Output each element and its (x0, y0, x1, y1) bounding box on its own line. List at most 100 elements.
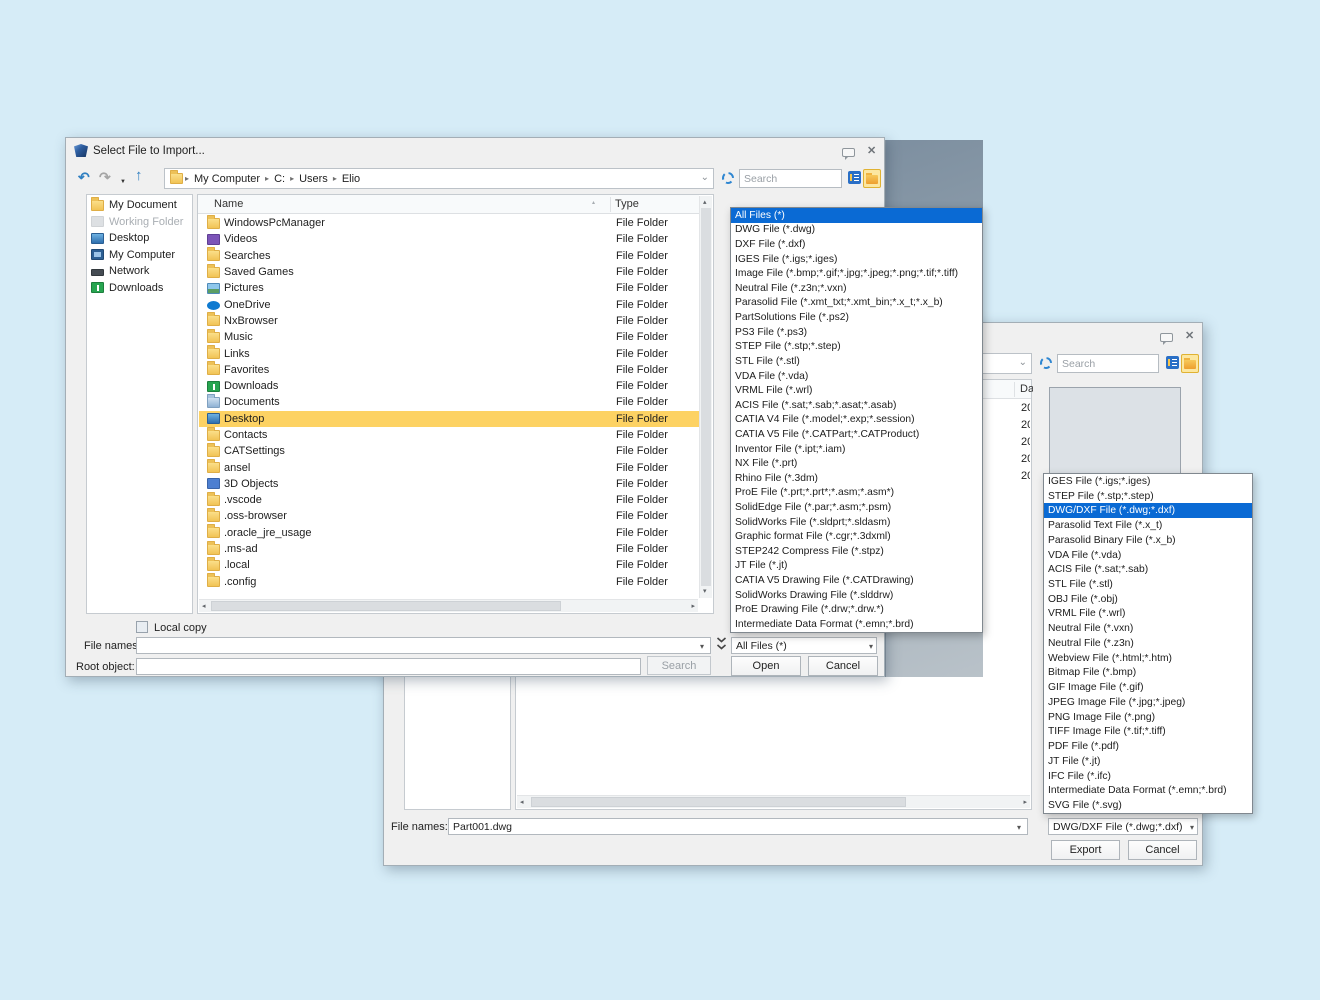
file-row-music[interactable]: MusicFile Folder (199, 329, 699, 345)
filetype-option-jpeg-image-file-jpg-jpeg[interactable]: JPEG Image File (*.jpg;*.jpeg) (1044, 695, 1252, 710)
file-names-dropdown-icon[interactable]: ▾ (700, 642, 704, 651)
file-row-ms-ad[interactable]: .ms-adFile Folder (199, 541, 699, 557)
filetype-option-dxf-file-dxf[interactable]: DXF File (*.dxf) (731, 237, 982, 252)
breadcrumb-item-c[interactable]: C: (271, 173, 288, 185)
filetype-option-iges-file-igs-iges[interactable]: IGES File (*.igs;*.iges) (731, 252, 982, 267)
view-details-icon[interactable] (1166, 356, 1179, 369)
filetype-option-rhino-file-3dm[interactable]: Rhino File (*.3dm) (731, 471, 982, 486)
scrollbar-thumb[interactable] (211, 601, 561, 611)
file-row-vscode[interactable]: .vscodeFile Folder (199, 492, 699, 508)
file-row-oracle-jre-usage[interactable]: .oracle_jre_usageFile Folder (199, 525, 699, 541)
scroll-up-icon[interactable]: ▴ (703, 199, 707, 206)
close-icon[interactable]: ✕ (867, 146, 876, 157)
open-button[interactable]: Open (731, 656, 801, 676)
filetype-option-vda-file-vda[interactable]: VDA File (*.vda) (1044, 548, 1252, 563)
import-cancel-button[interactable]: Cancel (808, 656, 878, 676)
expand-options-icon[interactable] (716, 636, 727, 656)
folder-options-icon[interactable] (1181, 354, 1199, 373)
filetype-option-proe-file-prt-prt-asm-asm[interactable]: ProE File (*.prt;*.prt*;*.asm;*.asm*) (731, 486, 982, 501)
filetype-option-webview-file-html-htm[interactable]: Webview File (*.html;*.htm) (1044, 651, 1252, 666)
file-row-oss-browser[interactable]: .oss-browserFile Folder (199, 508, 699, 524)
file-row-searches[interactable]: SearchesFile Folder (199, 248, 699, 264)
filetype-option-jt-file-jt[interactable]: JT File (*.jt) (1044, 754, 1252, 769)
filetype-option-all-files[interactable]: All Files (*) (731, 208, 982, 223)
refresh-icon[interactable] (1038, 355, 1053, 370)
comment-icon[interactable] (842, 148, 855, 157)
sidebar-item-network[interactable]: Network (87, 263, 192, 280)
filetype-option-step242-compress-file-stpz[interactable]: STEP242 Compress File (*.stpz) (731, 544, 982, 559)
export-filetype-combo[interactable]: DWG/DXF File (*.dwg;*.dxf) ▾ (1048, 818, 1198, 835)
breadcrumb-item-my-computer[interactable]: My Computer (191, 173, 263, 185)
file-names-dropdown-icon[interactable]: ▾ (1017, 823, 1021, 832)
filetype-option-catia-v4-file-model-exp-session[interactable]: CATIA V4 File (*.model;*.exp;*.session) (731, 413, 982, 428)
filetype-option-solidworks-file-sldprt-sldasm[interactable]: SolidWorks File (*.sldprt;*.sldasm) (731, 515, 982, 530)
filetype-option-catia-v5-file-catpart-catproduct[interactable]: CATIA V5 File (*.CATPart;*.CATProduct) (731, 427, 982, 442)
scroll-down-icon[interactable]: ▾ (703, 588, 707, 595)
horizontal-scrollbar[interactable]: ◂ ▸ (517, 795, 1030, 808)
file-row-saved-games[interactable]: Saved GamesFile Folder (199, 264, 699, 280)
horizontal-scrollbar[interactable]: ◂ ▸ (199, 599, 698, 612)
file-row-videos[interactable]: VideosFile Folder (199, 231, 699, 247)
sidebar-item-desktop[interactable]: Desktop (87, 230, 192, 247)
breadcrumb-item-users[interactable]: Users (296, 173, 331, 185)
export-cancel-button[interactable]: Cancel (1128, 840, 1197, 860)
filetype-option-ps3-file-ps3[interactable]: PS3 File (*.ps3) (731, 325, 982, 340)
filetype-option-vrml-file-wrl[interactable]: VRML File (*.wrl) (731, 383, 982, 398)
sidebar-item-my-document[interactable]: My Document (87, 197, 192, 214)
back-icon[interactable]: ↶ (78, 170, 90, 184)
filetype-option-intermediate-data-format-emn-brd[interactable]: Intermediate Data Format (*.emn;*.brd) (1044, 783, 1252, 798)
filetype-option-acis-file-sat-sab-asat-asab[interactable]: ACIS File (*.sat;*.sab;*.asat;*.asab) (731, 398, 982, 413)
local-copy-checkbox[interactable] (136, 621, 148, 633)
file-row-documents[interactable]: DocumentsFile Folder (199, 394, 699, 410)
file-row-onedrive[interactable]: OneDriveFile Folder (199, 296, 699, 312)
filetype-option-neutral-file-z3n-vxn[interactable]: Neutral File (*.z3n;*.vxn) (731, 281, 982, 296)
file-row-contacts[interactable]: ContactsFile Folder (199, 427, 699, 443)
scroll-right-icon[interactable]: ▸ (1023, 799, 1027, 806)
root-search-button[interactable]: Search (647, 656, 711, 675)
file-row-links[interactable]: LinksFile Folder (199, 345, 699, 361)
scroll-left-icon[interactable]: ◂ (202, 603, 206, 610)
filetype-option-vrml-file-wrl[interactable]: VRML File (*.wrl) (1044, 607, 1252, 622)
comment-icon[interactable] (1160, 333, 1173, 342)
import-file-names-input[interactable] (136, 637, 711, 654)
filetype-option-dwg-dxf-file-dwg-dxf[interactable]: DWG/DXF File (*.dwg;*.dxf) (1044, 503, 1252, 518)
export-button[interactable]: Export (1051, 840, 1120, 860)
filetype-option-gif-image-file-gif[interactable]: GIF Image File (*.gif) (1044, 680, 1252, 695)
column-header-name[interactable]: Name (214, 198, 243, 210)
address-dropdown-icon[interactable]: ⌄ (701, 172, 709, 183)
filetype-option-step-file-stp-step[interactable]: STEP File (*.stp;*.step) (731, 339, 982, 354)
sidebar-item-working-folder[interactable]: Working Folder (87, 214, 192, 231)
filetype-option-parasolid-binary-file-x-b[interactable]: Parasolid Binary File (*.x_b) (1044, 533, 1252, 548)
filetype-option-neutral-file-vxn[interactable]: Neutral File (*.vxn) (1044, 621, 1252, 636)
filetype-option-catia-v5-drawing-file-catdrawing[interactable]: CATIA V5 Drawing File (*.CATDrawing) (731, 573, 982, 588)
history-dropdown-icon[interactable]: ▼ (120, 175, 126, 189)
filetype-option-iges-file-igs-iges[interactable]: IGES File (*.igs;*.iges) (1044, 474, 1252, 489)
scrollbar-thumb[interactable] (531, 797, 906, 807)
filetype-option-parasolid-file-xmt-txt-xmt-bin-x-t-x-b[interactable]: Parasolid File (*.xmt_txt;*.xmt_bin;*.x_… (731, 296, 982, 311)
view-details-icon[interactable] (848, 171, 861, 184)
up-folder-icon[interactable]: ↑ (135, 169, 143, 183)
filetype-option-tiff-image-file-tif-tiff[interactable]: TIFF Image File (*.tif;*.tiff) (1044, 724, 1252, 739)
filetype-option-pdf-file-pdf[interactable]: PDF File (*.pdf) (1044, 739, 1252, 754)
filetype-option-neutral-file-z3n[interactable]: Neutral File (*.z3n) (1044, 636, 1252, 651)
file-row-desktop[interactable]: DesktopFile Folder (199, 411, 699, 427)
sidebar-item-downloads[interactable]: Downloads (87, 280, 192, 297)
scrollbar-thumb[interactable] (701, 208, 711, 586)
file-row-catsettings[interactable]: CATSettingsFile Folder (199, 443, 699, 459)
export-file-names-input[interactable] (448, 818, 1028, 835)
file-row-nxbrowser[interactable]: NxBrowserFile Folder (199, 313, 699, 329)
file-row-downloads[interactable]: DownloadsFile Folder (199, 378, 699, 394)
filetype-option-parasolid-text-file-x-t[interactable]: Parasolid Text File (*.x_t) (1044, 518, 1252, 533)
column-header-date[interactable]: Da (1020, 383, 1033, 395)
import-filetype-combo[interactable]: All Files (*) ▾ (731, 637, 877, 654)
file-row-pictures[interactable]: PicturesFile Folder (199, 280, 699, 296)
breadcrumb[interactable]: ▸My Computer▸C:▸Users▸Elio ⌄ (164, 168, 714, 189)
filetype-option-inventor-file-ipt-iam[interactable]: Inventor File (*.ipt;*.iam) (731, 442, 982, 457)
breadcrumb-item-elio[interactable]: Elio (339, 173, 363, 185)
forward-icon[interactable]: ↷ (99, 170, 111, 184)
scroll-left-icon[interactable]: ◂ (520, 799, 524, 806)
file-row-ansel[interactable]: anselFile Folder (199, 459, 699, 475)
filetype-option-nx-file-prt[interactable]: NX File (*.prt) (731, 456, 982, 471)
vertical-scrollbar[interactable]: ▴ ▾ (699, 196, 712, 598)
filetype-option-stl-file-stl[interactable]: STL File (*.stl) (1044, 577, 1252, 592)
